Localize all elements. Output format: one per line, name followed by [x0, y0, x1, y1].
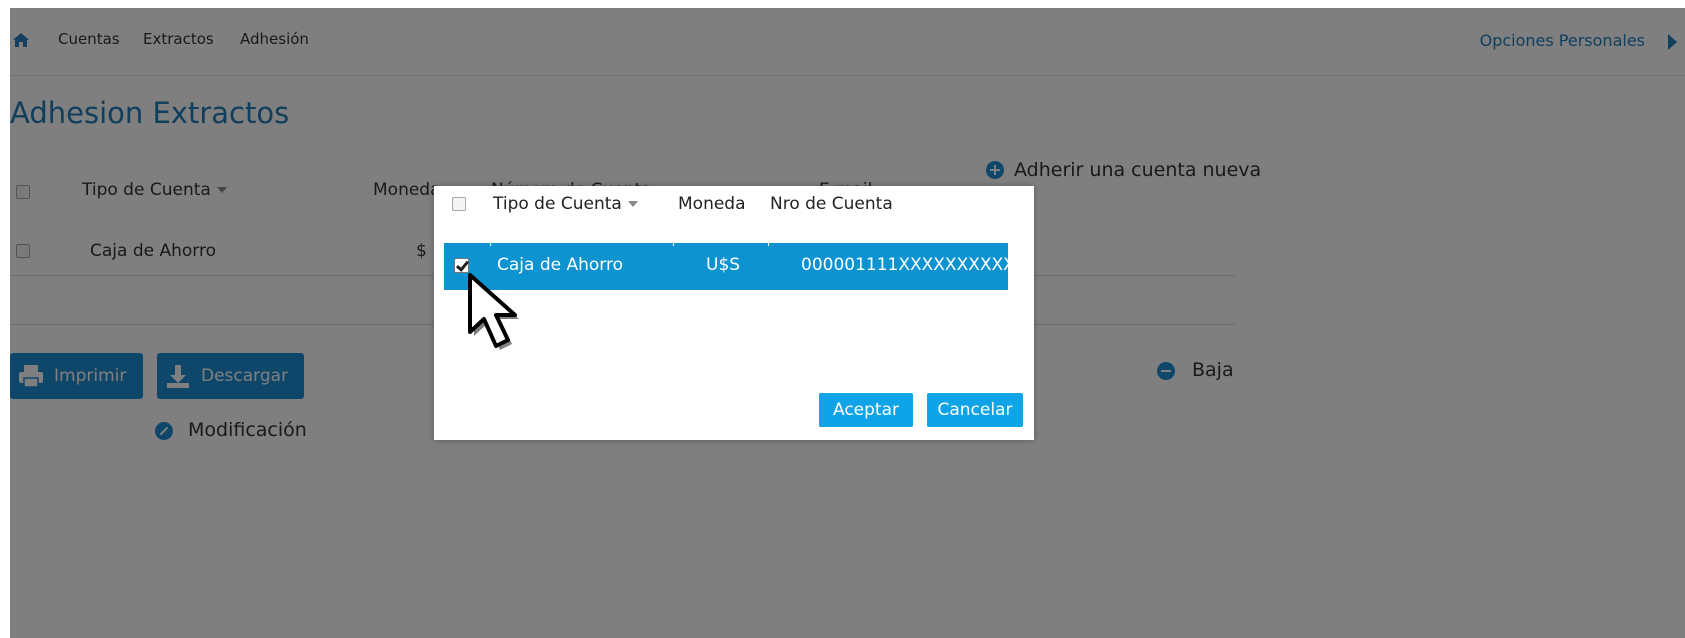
modal-col-header-tipo-label: Tipo de Cuenta [493, 194, 622, 214]
cancel-button[interactable]: Cancelar [927, 393, 1023, 427]
mouse-pointer-icon [468, 273, 519, 350]
caret-down-icon [627, 201, 638, 207]
modal-col-header-nro: Nro de Cuenta [770, 194, 893, 214]
modal-col-header-moneda: Moneda [678, 194, 746, 214]
modal-row-moneda: U$S [706, 255, 741, 275]
modal-col-header-tipo[interactable]: Tipo de Cuenta [493, 194, 638, 214]
row-separator [768, 243, 769, 246]
row-separator [673, 243, 674, 246]
row-separator [490, 243, 491, 246]
app-frame: Cuentas Extractos Adhesión Opciones Pers… [10, 8, 1685, 638]
modal-row-nro: 000001111XXXXXXXXXX [801, 255, 1015, 275]
accept-button[interactable]: Aceptar [819, 393, 913, 427]
modal-select-all-checkbox[interactable] [452, 197, 466, 211]
